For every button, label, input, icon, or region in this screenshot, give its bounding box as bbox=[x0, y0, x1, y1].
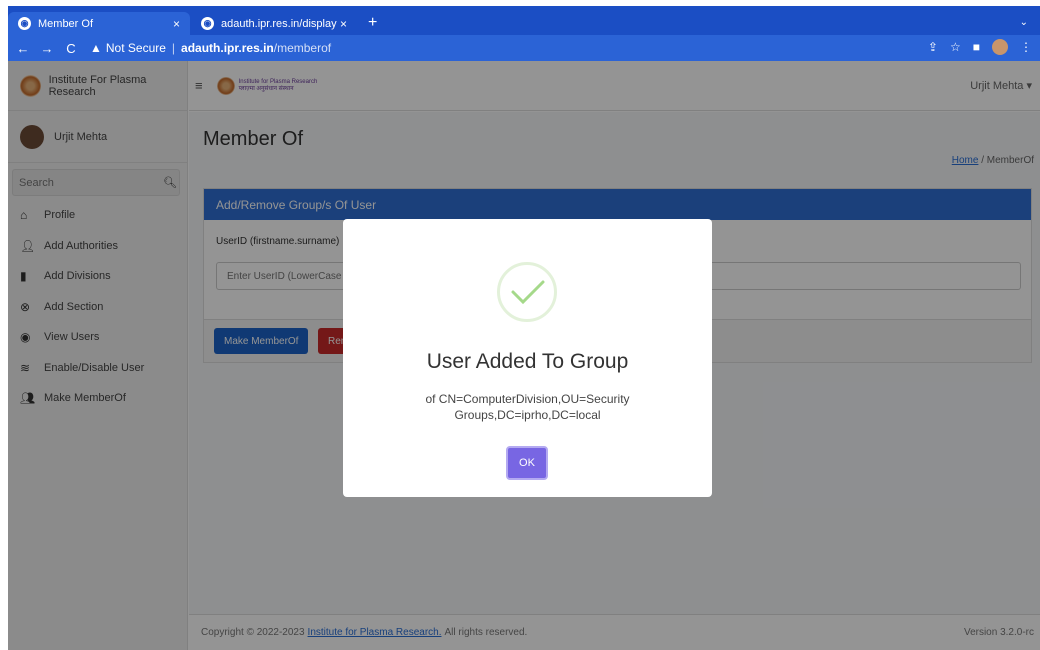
url-field[interactable]: ▲ Not Secure | adauth.ipr.res.in /member… bbox=[90, 38, 331, 58]
success-check-icon bbox=[497, 262, 557, 322]
globe-icon: ◉ bbox=[18, 17, 31, 30]
tab-member-of[interactable]: ◉ Member Of × bbox=[8, 12, 190, 35]
profile-avatar[interactable] bbox=[992, 39, 1008, 55]
close-tab-icon[interactable]: × bbox=[173, 17, 180, 31]
dialog-message: of CN=ComputerDivision,OU=Security Group… bbox=[425, 392, 630, 422]
browser-tab-bar: ◉ Member Of × ◉ adauth.ipr.res.in/displa… bbox=[8, 6, 1040, 35]
tab-title: Member Of bbox=[38, 17, 94, 30]
warning-icon: ▲ bbox=[90, 41, 102, 55]
dialog-title: User Added To Group bbox=[426, 350, 629, 373]
share-icon[interactable]: ⇪ bbox=[928, 40, 938, 54]
tab-menu-chevron-icon[interactable]: ⌄ bbox=[1020, 17, 1028, 28]
tab-title: adauth.ipr.res.in/display bbox=[221, 17, 337, 30]
sidepanel-icon[interactable]: ■ bbox=[973, 40, 980, 54]
star-icon[interactable]: ☆ bbox=[950, 40, 961, 54]
security-label: Not Secure bbox=[105, 41, 166, 55]
reload-icon[interactable]: C bbox=[62, 41, 80, 56]
address-bar: ← → C ▲ Not Secure | adauth.ipr.res.in /… bbox=[8, 35, 1040, 61]
success-dialog: User Added To Group of CN=ComputerDivisi… bbox=[343, 219, 712, 497]
globe-icon: ◉ bbox=[201, 17, 214, 30]
close-tab-icon[interactable]: × bbox=[340, 17, 347, 31]
url-path: /memberof bbox=[273, 41, 332, 55]
url-divider: | bbox=[171, 41, 176, 55]
forward-icon[interactable]: → bbox=[38, 41, 56, 56]
kebab-menu-icon[interactable]: ⋮ bbox=[1020, 40, 1032, 54]
checkmark-icon bbox=[511, 280, 545, 305]
tab-display[interactable]: ◉ adauth.ipr.res.in/display × bbox=[191, 12, 357, 35]
new-tab-button[interactable]: + bbox=[368, 14, 377, 32]
back-icon[interactable]: ← bbox=[14, 41, 32, 56]
url-host: adauth.ipr.res.in bbox=[181, 41, 274, 55]
ok-button[interactable]: OK bbox=[506, 446, 548, 480]
